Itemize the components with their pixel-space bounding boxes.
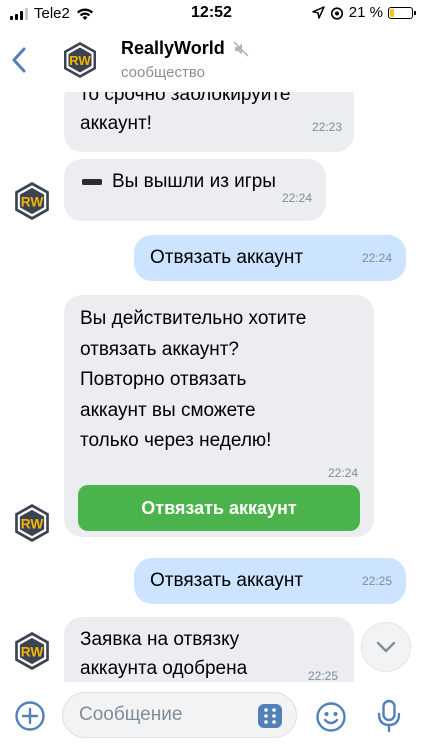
message-input-wrapper: [62, 692, 297, 738]
message-text: Отвязать аккаунт: [150, 570, 304, 591]
muted-speaker-icon: [233, 41, 249, 56]
chevron-left-icon: [12, 47, 26, 73]
location-icon: [312, 6, 325, 19]
message-composer: [0, 682, 423, 750]
alarm-icon: [330, 6, 343, 20]
battery-percent: 21 %: [348, 4, 383, 21]
voice-message-button[interactable]: [374, 699, 404, 733]
sender-avatar[interactable]: RW: [12, 181, 52, 221]
header-title-row[interactable]: ReallyWorld: [121, 38, 249, 59]
reallyworld-logo-icon: RW: [64, 42, 96, 78]
reallyworld-logo-icon: RW: [15, 632, 49, 670]
message-bubble-incoming[interactable]: Вы действительно хотите отвязать аккаунт…: [64, 295, 374, 537]
message-time: 22:23: [311, 120, 342, 134]
community-avatar[interactable]: RW: [60, 40, 100, 80]
emoji-button[interactable]: [315, 701, 347, 733]
back-button[interactable]: [8, 46, 32, 74]
message-bubble-outgoing[interactable]: Отвязать аккаунт 22:24: [134, 235, 406, 281]
message-line: отвязать аккаунт?: [80, 338, 239, 360]
reallyworld-logo-icon: RW: [15, 504, 49, 542]
bot-keyboard-button[interactable]: [258, 704, 282, 728]
message-text: Заявка на отвязку аккаунта одобрена: [80, 625, 247, 682]
message-text: Вы действительно хотите отвязать аккаунт…: [80, 304, 306, 457]
message-list[interactable]: то срочно заблокируйте аккаунт! 22:23 RW…: [0, 92, 423, 682]
message-time: 22:24: [327, 466, 358, 480]
chat-header: RW ReallyWorld сообщество: [0, 28, 423, 92]
chat-subtitle: сообщество: [121, 64, 205, 81]
message-line: Заявка на отвязку: [80, 629, 240, 650]
message-bubble-incoming[interactable]: то срочно заблокируйте аккаунт! 22:23: [64, 92, 354, 152]
message-time: 22:24: [281, 191, 312, 205]
plus-circle-icon: [15, 701, 45, 731]
chevron-down-icon: [376, 641, 396, 653]
microphone-icon: [377, 699, 401, 733]
message-line: аккаунт вы сможете: [80, 399, 256, 421]
sender-avatar[interactable]: RW: [12, 503, 52, 543]
message-text: Отвязать аккаунт: [150, 247, 304, 268]
unlink-account-button[interactable]: Отвязать аккаунт: [78, 485, 360, 531]
smile-icon: [316, 702, 346, 732]
logo-text: RW: [69, 53, 91, 68]
message-bubble-outgoing[interactable]: Отвязать аккаунт 22:25: [134, 558, 406, 604]
message-line: только через неделю!: [80, 430, 272, 451]
message-bubble-incoming[interactable]: Заявка на отвязку аккаунта одобрена 22:2…: [64, 617, 354, 682]
message-bubble-incoming[interactable]: Вы вышли из игры 22:24: [64, 159, 326, 221]
reallyworld-logo-icon: RW: [15, 182, 49, 220]
minus-icon: [82, 178, 102, 185]
message-time: 22:24: [361, 251, 392, 265]
keyboard-grid-icon: [264, 708, 276, 724]
logo-text: RW: [21, 516, 44, 531]
status-right: 21 %: [312, 4, 416, 21]
attach-button[interactable]: [14, 700, 46, 732]
message-time: 22:25: [307, 669, 338, 682]
battery-icon: [388, 6, 416, 19]
message-line: аккаунта одобрена: [80, 658, 248, 679]
sender-avatar[interactable]: RW: [12, 631, 52, 671]
status-bar: Tele2 12:52 21 %: [0, 0, 423, 28]
message-line: Вы вышли из игры: [112, 171, 276, 192]
message-time: 22:25: [361, 574, 392, 588]
message-line: Вы действительно хотите: [80, 308, 307, 329]
message-input[interactable]: [79, 693, 239, 737]
message-text: то срочно заблокируйте аккаунт!: [80, 92, 290, 138]
logo-text: RW: [21, 644, 44, 659]
logo-text: RW: [21, 194, 44, 209]
message-line: аккаунт!: [80, 113, 152, 134]
chat-title: ReallyWorld: [121, 38, 225, 58]
message-line: Повторно отвязать: [80, 369, 247, 390]
battery-fill: [390, 8, 395, 17]
scroll-to-bottom-button[interactable]: [361, 622, 411, 672]
message-text: Вы вышли из игры: [82, 167, 276, 196]
message-line: то срочно заблокируйте: [80, 92, 291, 105]
